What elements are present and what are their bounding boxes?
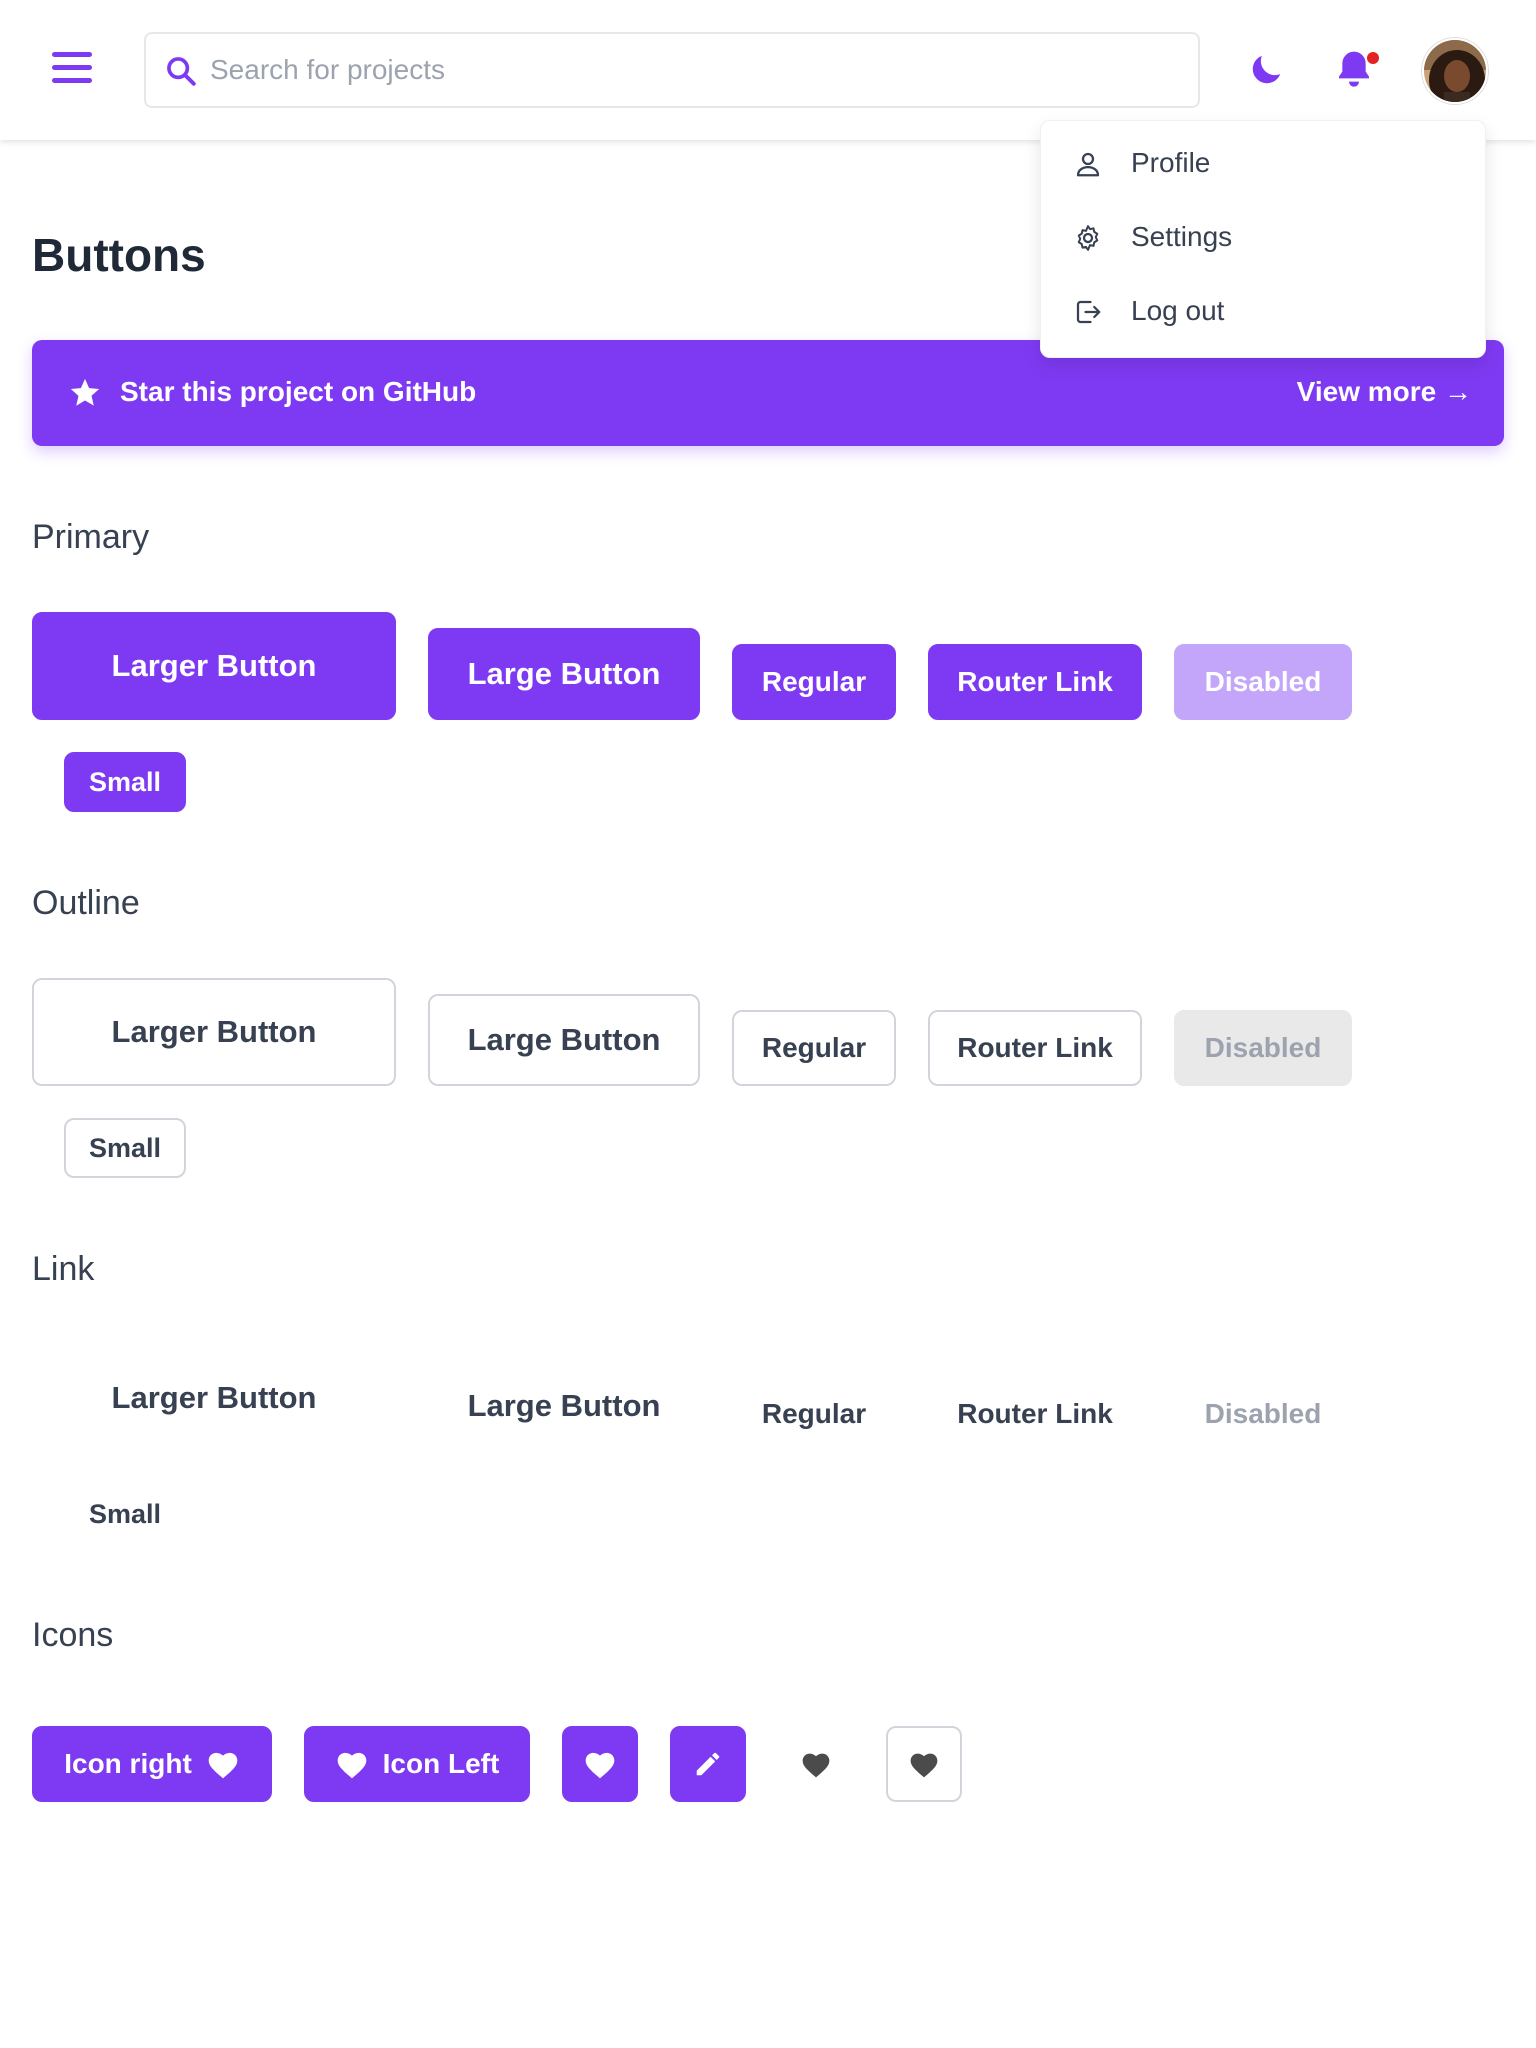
menu-item-label: Settings bbox=[1131, 221, 1233, 252]
link-small-button[interactable]: Small bbox=[64, 1484, 186, 1544]
search-icon bbox=[167, 57, 196, 86]
primary-larger-button[interactable]: Larger Button bbox=[32, 612, 396, 720]
star-icon bbox=[70, 378, 100, 406]
notification-badge bbox=[1365, 50, 1381, 66]
heart-outline-icon-button[interactable] bbox=[886, 1726, 962, 1802]
page-title: Buttons bbox=[32, 229, 206, 281]
heart-icon bbox=[802, 1753, 830, 1778]
heart-icon bbox=[337, 1752, 366, 1779]
banner-text: Star this project on GitHub bbox=[120, 376, 477, 407]
icon-right-button[interactable]: Icon right bbox=[32, 1726, 272, 1802]
section-title-primary: Primary bbox=[32, 518, 150, 556]
user-icon bbox=[1076, 152, 1100, 177]
pencil-icon bbox=[696, 1752, 720, 1776]
primary-regular-button[interactable]: Regular bbox=[732, 644, 896, 720]
menu-item-settings[interactable]: Settings bbox=[1041, 203, 1487, 273]
heart-icon bbox=[585, 1752, 615, 1779]
link-router-link-button[interactable]: Router Link bbox=[928, 1376, 1142, 1452]
search-input[interactable] bbox=[210, 42, 1170, 98]
icon-left-button[interactable]: Icon Left bbox=[304, 1726, 530, 1802]
outline-small-button[interactable]: Small bbox=[64, 1118, 186, 1178]
link-regular-button[interactable]: Regular bbox=[732, 1376, 896, 1452]
section-title-link: Link bbox=[32, 1250, 95, 1288]
outline-larger-button[interactable]: Larger Button bbox=[32, 978, 396, 1086]
section-title-outline: Outline bbox=[32, 884, 140, 922]
view-more-link[interactable]: View more → bbox=[1297, 376, 1472, 408]
outline-router-link-button[interactable]: Router Link bbox=[928, 1010, 1142, 1086]
outline-large-button[interactable]: Large Button bbox=[428, 994, 700, 1086]
top-header bbox=[0, 0, 1536, 140]
heart-icon bbox=[910, 1753, 938, 1778]
gear-icon bbox=[1077, 225, 1099, 251]
menu-item-profile[interactable]: Profile bbox=[1041, 129, 1487, 199]
heart-icon bbox=[208, 1752, 238, 1779]
avatar[interactable] bbox=[1422, 38, 1488, 104]
outline-regular-button[interactable]: Regular bbox=[732, 1010, 896, 1086]
outline-disabled-button: Disabled bbox=[1174, 1010, 1352, 1086]
primary-router-link-button[interactable]: Router Link bbox=[928, 644, 1142, 720]
link-large-button[interactable]: Large Button bbox=[428, 1360, 700, 1452]
primary-disabled-button: Disabled bbox=[1174, 644, 1352, 720]
menu-item-logout[interactable]: Log out bbox=[1041, 277, 1487, 347]
icon-right-label: Icon right bbox=[64, 1748, 192, 1779]
section-title-icons: Icons bbox=[32, 1616, 114, 1654]
menu-item-label: Log out bbox=[1131, 295, 1225, 326]
user-dropdown-menu: Profile Settings Log out bbox=[1040, 120, 1486, 358]
logout-icon bbox=[1076, 300, 1101, 324]
hamburger-menu-icon[interactable] bbox=[52, 52, 92, 86]
link-larger-button[interactable]: Larger Button bbox=[32, 1344, 396, 1452]
primary-large-button[interactable]: Large Button bbox=[428, 628, 700, 720]
menu-item-label: Profile bbox=[1131, 147, 1211, 178]
moon-icon[interactable] bbox=[1246, 50, 1286, 90]
link-disabled-button: Disabled bbox=[1204, 1398, 1322, 1429]
heart-icon-button[interactable] bbox=[562, 1726, 638, 1802]
edit-icon-button[interactable] bbox=[670, 1726, 746, 1802]
search-box bbox=[144, 32, 1200, 108]
primary-small-button[interactable]: Small bbox=[64, 752, 186, 812]
icon-left-label: Icon Left bbox=[382, 1748, 500, 1779]
heart-link-icon-button[interactable] bbox=[778, 1726, 854, 1802]
